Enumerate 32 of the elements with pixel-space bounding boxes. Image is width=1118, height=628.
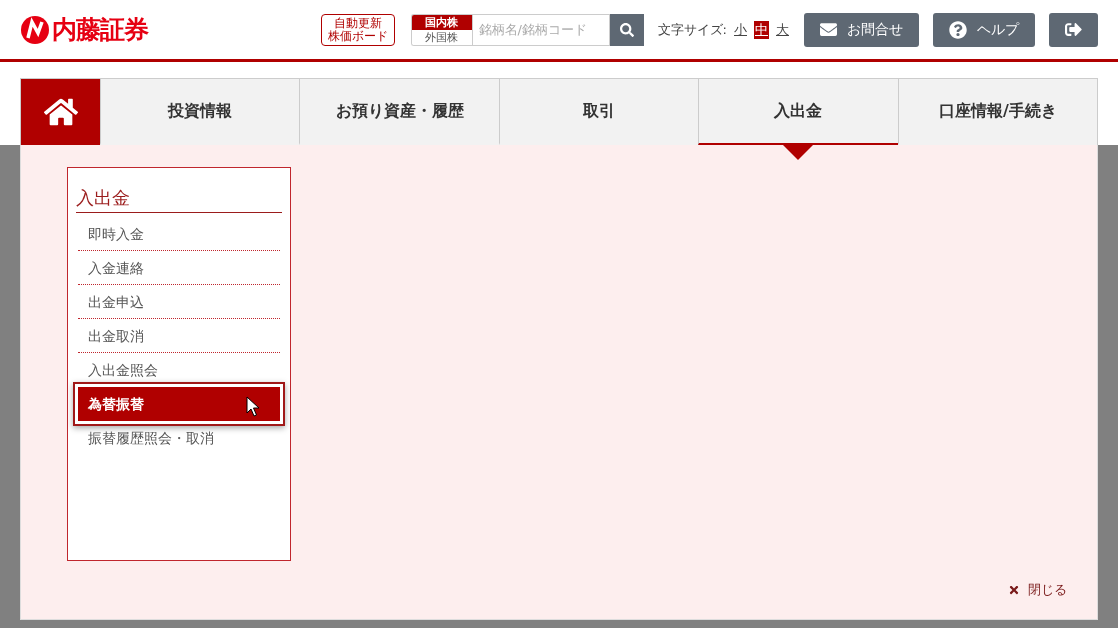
nav-tab[interactable]: 取引 — [498, 79, 699, 145]
nav-tab[interactable]: お預り資産・履歴 — [299, 79, 499, 145]
search-icon — [619, 22, 634, 37]
submenu-item[interactable]: 出金取消 — [78, 319, 280, 353]
nav-tab[interactable]: 投資情報 — [100, 79, 300, 145]
submenu-item[interactable]: 即時入金 — [78, 217, 280, 251]
contact-button[interactable]: お問合せ — [804, 12, 919, 47]
font-size-option[interactable]: 中 — [754, 20, 769, 39]
submenu-item[interactable]: 入金連絡 — [78, 251, 280, 285]
submenu-item[interactable]: 出金申込 — [78, 285, 280, 319]
nav-tab[interactable]: 口座情報/手続き — [897, 79, 1098, 145]
market-toggle[interactable]: 国内株 — [411, 14, 472, 30]
close-link[interactable]: 閉じる — [1008, 581, 1067, 599]
logo-text: 内藤証券 — [52, 14, 148, 46]
help-button[interactable]: ヘルプ — [933, 12, 1035, 47]
font-size-option[interactable]: 小 — [733, 20, 748, 39]
help-icon — [949, 20, 967, 39]
search-field[interactable]: 銘柄名/銘柄コード — [471, 13, 610, 46]
font-size-label: 文字サイズ: — [657, 20, 727, 39]
home-tab[interactable] — [21, 79, 100, 145]
font-size-option[interactable]: 大 — [775, 20, 790, 39]
envelope-icon — [820, 21, 837, 38]
search-button[interactable] — [609, 13, 644, 46]
submenu-item[interactable]: 入出金照会 — [78, 353, 280, 387]
submenu-item[interactable]: 振替履歴照会・取消 — [78, 421, 280, 455]
logout-button[interactable] — [1049, 12, 1098, 47]
logo-icon — [20, 14, 50, 45]
stock-board-button[interactable]: 自動更新 株価ボード — [320, 13, 395, 46]
mouse-cursor-icon — [246, 396, 260, 417]
submenu-heading: 入出金 — [76, 186, 282, 213]
close-icon — [1008, 584, 1020, 596]
logout-icon — [1065, 21, 1082, 38]
